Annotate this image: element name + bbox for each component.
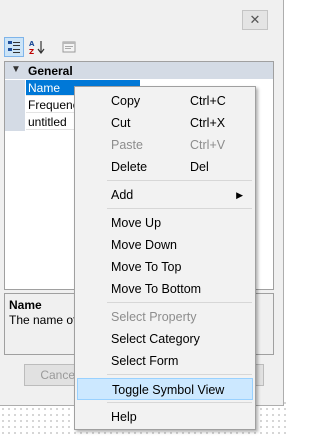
close-icon: ✕ — [249, 12, 261, 27]
menu-item-copy[interactable]: Copy Ctrl+C — [77, 90, 253, 112]
menu-item-label: Add — [111, 188, 134, 202]
menu-item-label: Move To Top — [111, 260, 182, 274]
menu-separator — [107, 402, 252, 403]
sort-az-icon: A Z — [29, 40, 45, 55]
menu-item-select-category[interactable]: Select Category — [77, 328, 253, 350]
close-button[interactable]: ✕ — [242, 10, 268, 30]
description-title: Name — [9, 298, 42, 312]
row-gutter — [5, 80, 25, 97]
menu-item-label: Select Property — [111, 310, 197, 324]
menu-item-cut[interactable]: Cut Ctrl+X — [77, 112, 253, 134]
menu-item-label: Paste — [111, 138, 143, 152]
menu-item-add[interactable]: Add ▶ — [77, 184, 253, 206]
menu-item-label: Select Category — [111, 332, 200, 346]
menu-separator — [107, 208, 252, 209]
property-pages-button[interactable] — [59, 37, 79, 57]
svg-text:A: A — [29, 40, 35, 48]
menu-item-toggle-symbol-view[interactable]: Toggle Symbol View — [77, 378, 253, 400]
menu-item-move-to-bottom[interactable]: Move To Bottom — [77, 278, 253, 300]
menu-item-label: Help — [111, 410, 137, 424]
menu-item-move-to-top[interactable]: Move To Top — [77, 256, 253, 278]
menu-separator — [107, 374, 252, 375]
svg-text:Z: Z — [29, 48, 34, 55]
menu-item-select-form[interactable]: Select Form — [77, 350, 253, 372]
property-pages-icon — [62, 41, 76, 53]
menu-item-label: Move Down — [111, 238, 177, 252]
categorized-button[interactable] — [4, 37, 24, 57]
menu-item-paste: Paste Ctrl+V — [77, 134, 253, 156]
menu-item-shortcut: Del — [190, 160, 209, 174]
menu-item-move-down[interactable]: Move Down — [77, 234, 253, 256]
menu-item-shortcut: Ctrl+V — [190, 138, 226, 152]
menu-item-move-up[interactable]: Move Up — [77, 212, 253, 234]
menu-item-label: Delete — [111, 160, 148, 174]
chevron-down-icon[interactable]: ▼ — [11, 64, 21, 75]
row-gutter — [5, 114, 25, 131]
menu-item-delete[interactable]: Delete Del — [77, 156, 253, 178]
menu-item-select-property: Select Property — [77, 306, 253, 328]
menu-item-help[interactable]: Help — [77, 406, 253, 428]
property-toolbar: A Z — [4, 37, 280, 57]
submenu-arrow-icon: ▶ — [236, 190, 243, 200]
menu-item-shortcut: Ctrl+X — [190, 116, 226, 130]
category-row-general[interactable]: ▼ General — [5, 62, 273, 79]
menu-item-label: Select Form — [111, 354, 179, 368]
description-text: The name of t — [9, 313, 84, 327]
menu-item-shortcut: Ctrl+C — [190, 94, 226, 108]
menu-item-label: Move Up — [111, 216, 162, 230]
row-gutter — [5, 97, 25, 114]
menu-item-label: Toggle Symbol View — [112, 383, 225, 397]
menu-separator — [107, 180, 252, 181]
alphabetical-button[interactable]: A Z — [27, 37, 47, 57]
category-label: General — [28, 64, 73, 78]
menu-separator — [107, 302, 252, 303]
menu-item-label: Cut — [111, 116, 131, 130]
menu-item-label: Copy — [111, 94, 141, 108]
context-menu: Copy Ctrl+C Cut Ctrl+X Paste Ctrl+V Delete Del A… — [74, 86, 256, 430]
menu-item-label: Move To Bottom — [111, 282, 202, 296]
categorized-icon — [8, 41, 20, 53]
